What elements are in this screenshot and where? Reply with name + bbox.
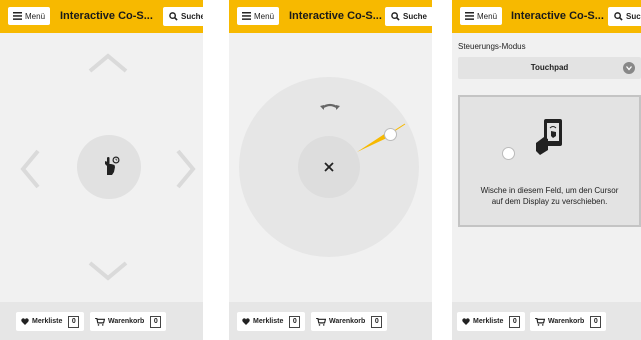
arrow-down-icon[interactable] [87, 260, 129, 282]
arrow-left-icon[interactable] [18, 148, 42, 190]
cart-icon [535, 317, 545, 326]
cart-label: Warenkorb [548, 318, 585, 325]
menu-button[interactable]: Menü [460, 7, 503, 25]
wishlist-count: 0 [68, 315, 80, 328]
cart-button[interactable]: Warenkorb 0 [90, 312, 167, 331]
bottom-bar: Merkliste 0 Warenkorb 0 [229, 302, 432, 340]
search-label: Suche [626, 12, 641, 21]
hand-pointer-icon [105, 156, 120, 175]
heart-icon [462, 318, 470, 325]
wishlist-count: 0 [509, 315, 521, 328]
wishlist-label: Merkliste [32, 318, 63, 325]
cart-button[interactable]: Warenkorb 0 [311, 312, 388, 331]
arrow-up-icon[interactable] [87, 52, 129, 74]
search-button[interactable]: Suche [163, 7, 203, 26]
bottom-bar: Merkliste 0 Warenkorb 0 [0, 302, 203, 340]
cart-count: 0 [150, 315, 162, 328]
control-mode-select[interactable]: Touchpad [458, 57, 641, 79]
page-title: Interactive Co-S... [511, 10, 604, 22]
cart-label: Warenkorb [108, 318, 145, 325]
search-button[interactable]: Suche [608, 7, 641, 26]
menu-button[interactable]: Menü [8, 7, 51, 25]
touchpad-area[interactable]: Wische in diesem Feld, um den Cursor auf… [458, 95, 641, 227]
cursor-indicator [502, 147, 515, 160]
rotation-handle[interactable] [384, 128, 397, 141]
cart-icon [316, 317, 326, 326]
heart-icon [21, 318, 29, 325]
wishlist-label: Merkliste [253, 318, 284, 325]
chevron-down-icon [623, 62, 635, 74]
rotation-indicator [357, 123, 406, 152]
screen-dpad: Menü Interactive Co-S... Suche Merkliste… [0, 0, 203, 340]
cart-label: Warenkorb [329, 318, 366, 325]
top-bar: Menü Interactive Co-S... Suche [452, 0, 641, 33]
heart-icon [242, 318, 250, 325]
menu-icon [13, 12, 22, 20]
arrow-right-icon[interactable] [174, 148, 198, 190]
cart-count: 0 [590, 315, 602, 328]
cart-icon [95, 317, 105, 326]
menu-label: Menü [25, 11, 46, 21]
cart-button[interactable]: Warenkorb 0 [530, 312, 607, 331]
touchpad-instruction: Wische in diesem Feld, um den Cursor auf… [480, 186, 619, 206]
select-button[interactable] [77, 135, 141, 199]
tablet-touch-icon [536, 119, 562, 155]
wishlist-count: 0 [289, 315, 301, 328]
control-mode-value: Touchpad [530, 63, 569, 72]
search-label: Suche [181, 12, 203, 21]
control-mode-label: Steuerungs-Modus [458, 42, 526, 51]
cart-count: 0 [371, 315, 383, 328]
screen-touchpad: Menü Interactive Co-S... Suche Steuerung… [452, 0, 641, 340]
page-title: Interactive Co-S... [60, 10, 153, 22]
search-icon [169, 12, 178, 21]
wishlist-button[interactable]: Merkliste 0 [16, 312, 85, 331]
screen-rotate: Menü Interactive Co-S... Suche Merkliste… [229, 0, 432, 340]
bottom-bar: Merkliste 0 Warenkorb 0 [452, 302, 641, 340]
menu-icon [465, 12, 474, 20]
wishlist-button[interactable]: Merkliste 0 [457, 312, 526, 331]
wishlist-label: Merkliste [473, 318, 504, 325]
menu-label: Menü [477, 11, 498, 21]
search-icon [614, 12, 623, 21]
top-bar: Menü Interactive Co-S... Suche [0, 0, 203, 33]
wishlist-button[interactable]: Merkliste 0 [237, 312, 306, 331]
